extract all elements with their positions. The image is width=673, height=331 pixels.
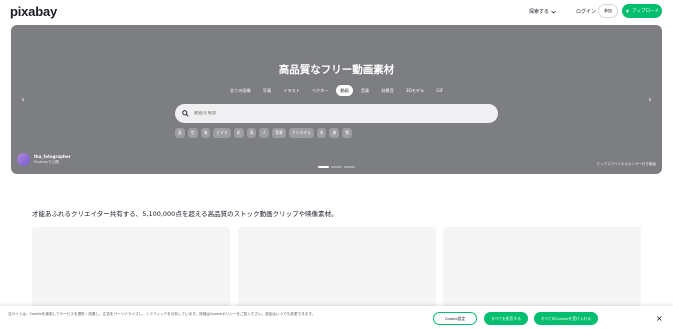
upload-button[interactable]: アップロード: [622, 4, 662, 18]
carousel-dot[interactable]: [331, 166, 342, 168]
explore-label: 探索する: [529, 9, 550, 15]
search-tag[interactable]: 空: [187, 128, 198, 138]
tag-list: 夏空海ビデオ花雨人背景 クリスマス木旅雪: [175, 128, 353, 138]
author-info[interactable]: tha_fotographer Pixabayで公開: [17, 153, 71, 166]
cookie-banner: 当サイトは、Cookieを使用してサービスを提供・改善し、広告をパーソナライズし…: [0, 306, 673, 331]
search-input[interactable]: [194, 111, 474, 116]
hero-banner: 高品質なフリー動画素材 全ての画像 写真 イラスト ベクター 動画 音楽 効果音 3Dモデル G…: [11, 25, 662, 174]
carousel-dot[interactable]: [318, 166, 329, 168]
search-tag[interactable]: 花: [233, 128, 244, 138]
chevron-left-icon[interactable]: ‹: [19, 94, 27, 104]
carousel-dots: [318, 166, 355, 168]
section-heading: 才能あふれるクリエイター共有する、5,100,000点を超える高品質のストック動…: [32, 210, 338, 218]
cookie-settings-button[interactable]: Cookie設定: [433, 312, 477, 325]
reject-all-button[interactable]: すべてを拒否する: [484, 312, 528, 325]
search-icon: [182, 110, 189, 117]
category-tab[interactable]: 写真: [259, 85, 275, 96]
author-name: tha_fotographer: [34, 154, 71, 159]
search-tag[interactable]: 木: [316, 128, 327, 138]
category-tab[interactable]: 動画: [336, 85, 353, 96]
join-button[interactable]: 参加: [598, 4, 618, 18]
carousel-dot[interactable]: [344, 166, 355, 168]
upload-icon: [625, 8, 630, 13]
category-tab[interactable]: 3Dモデル: [402, 85, 428, 96]
category-tab[interactable]: 全ての画像: [226, 85, 255, 96]
category-tabs: 全ての画像 写真 イラスト ベクター 動画 音楽 効果音 3Dモデル GIF: [11, 85, 662, 96]
search-tag[interactable]: ビデオ: [213, 128, 231, 138]
accept-all-button[interactable]: すべてのCookieを受け入れる: [534, 312, 598, 325]
chevron-down-icon: [551, 10, 556, 14]
search-bar[interactable]: [175, 104, 498, 123]
search-tag[interactable]: 夏: [175, 128, 185, 138]
search-tag[interactable]: 雪: [342, 128, 353, 138]
login-link[interactable]: ログイン: [576, 8, 596, 15]
cookie-text: 当サイトは、Cookieを使用してサービスを提供・改善し、広告をパーソナライズし…: [8, 312, 316, 316]
category-tab[interactable]: ベクター: [308, 85, 333, 96]
search-tag[interactable]: 海: [200, 128, 211, 138]
hero-credit[interactable]: ピックスアベイのスポンサー付き動画: [597, 162, 656, 167]
chevron-right-icon[interactable]: ›: [646, 94, 654, 104]
avatar: [17, 153, 30, 166]
video-card[interactable]: [238, 227, 436, 312]
hero-title: 高品質なフリー動画素材: [278, 64, 395, 76]
search-tag[interactable]: クリスマス: [288, 128, 314, 138]
close-icon[interactable]: ×: [656, 314, 663, 323]
header: pixabay 探索する ログイン 参加 アップロード: [0, 0, 673, 25]
explore-menu[interactable]: 探索する: [529, 8, 556, 15]
search-tag[interactable]: 人: [259, 128, 270, 138]
category-tab[interactable]: イラスト: [279, 85, 304, 96]
pixabay-logo[interactable]: pixabay: [10, 4, 57, 19]
search-tag[interactable]: 背景: [272, 128, 286, 138]
search-tag[interactable]: 雨: [246, 128, 257, 138]
category-tab[interactable]: GIF: [432, 85, 447, 96]
category-tab[interactable]: 音楽: [357, 85, 373, 96]
video-card[interactable]: [32, 227, 230, 312]
category-tab[interactable]: 効果音: [377, 85, 398, 96]
search-tag[interactable]: 旅: [329, 128, 340, 138]
author-subtitle: Pixabayで公開: [34, 160, 59, 164]
video-card[interactable]: [443, 227, 641, 312]
upload-label: アップロード: [632, 9, 659, 14]
